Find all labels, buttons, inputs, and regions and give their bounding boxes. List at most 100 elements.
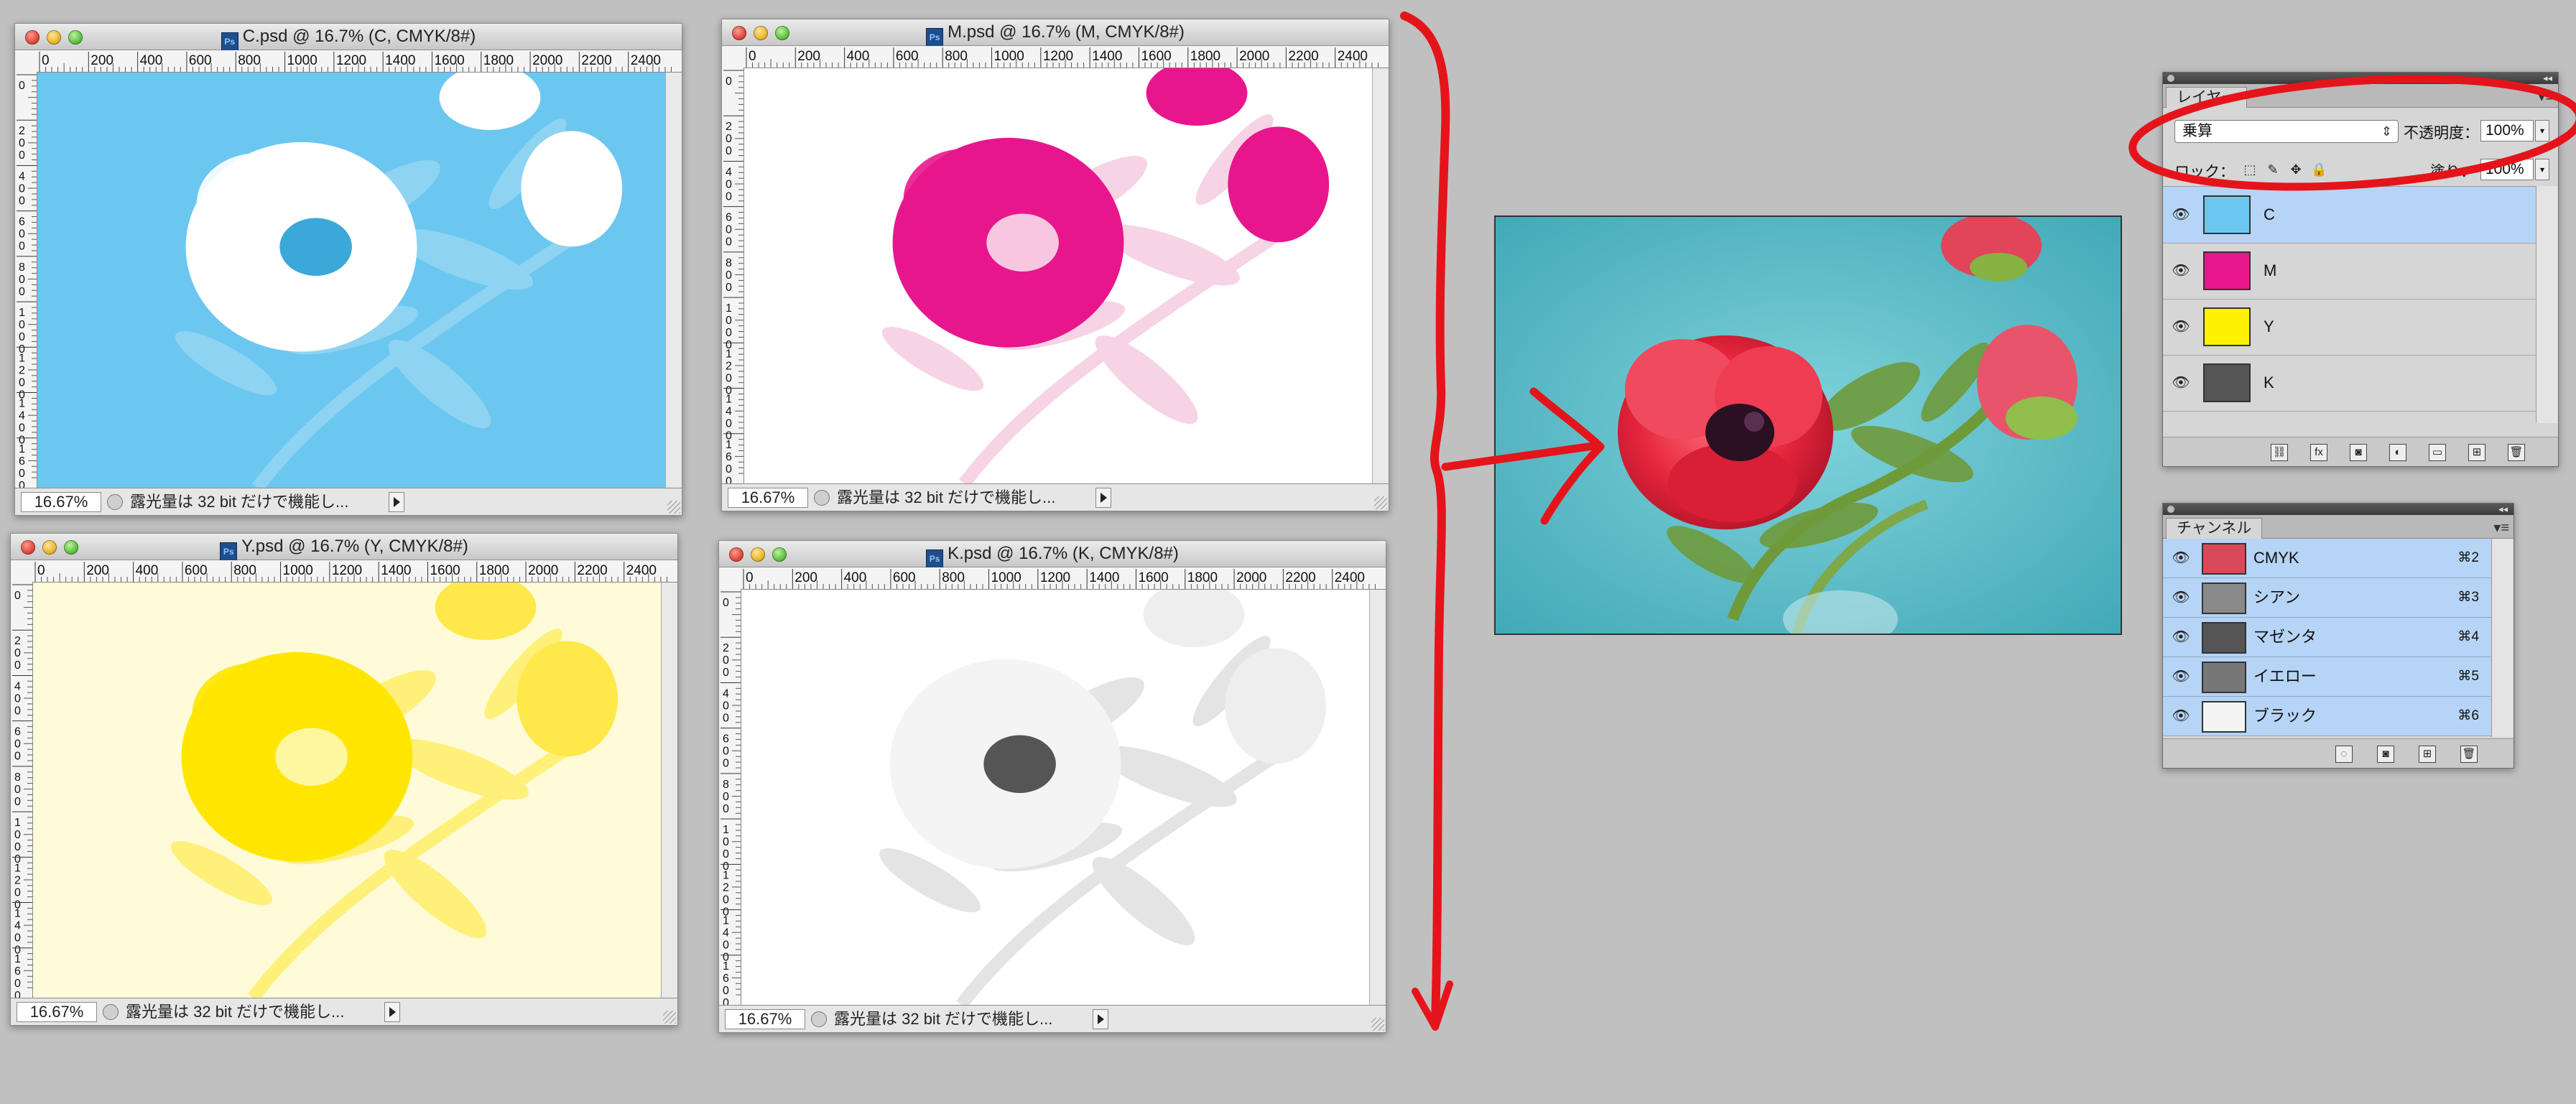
document-window-cyan[interactable]: Ps C.psd @ 16.7% (C, CMYK/8#) 0 200 400 600 8… — [14, 23, 682, 516]
panel-header[interactable]: ◂◂ — [2163, 73, 2558, 84]
load-selection-icon[interactable]: ◌ — [2335, 746, 2353, 763]
ruler-marks: 02004006008001000120014001600 — [12, 584, 32, 998]
status-info-icon[interactable] — [811, 1011, 827, 1027]
window-titlebar[interactable]: Ps C.psd @ 16.7% (C, CMYK/8#) — [15, 24, 682, 51]
status-menu-arrow[interactable] — [1093, 1009, 1108, 1029]
panel-collapse-icon[interactable]: ◂◂ — [2498, 504, 2508, 515]
channel-row[interactable]: 👁 CMYK ⌘2 — [2163, 539, 2492, 578]
panel-header[interactable]: ◂◂ — [2163, 504, 2514, 515]
document-canvas[interactable] — [33, 583, 662, 998]
horizontal-ruler[interactable]: 0 200 400 600 800 1000 1200 1400 1600 1800 2000 220… — [722, 46, 1389, 68]
panel-collapse-icon[interactable]: ◂◂ — [2543, 73, 2552, 84]
status-info-icon[interactable] — [814, 490, 830, 506]
document-window-magenta[interactable]: Ps M.psd @ 16.7% (M, CMYK/8#) 0 200 400 600 8… — [721, 19, 1389, 511]
layer-row-c[interactable]: 👁 C — [2163, 187, 2536, 243]
link-icon[interactable]: ⛓ — [2271, 444, 2288, 461]
zoom-field[interactable]: 16.67% — [728, 488, 808, 508]
horizontal-ruler[interactable]: 0 200 400 600 800 1000 1200 1400 1600 1800 2000 220… — [15, 50, 682, 73]
visibility-eye-icon[interactable]: 👁 — [2169, 585, 2193, 610]
vertical-ruler[interactable]: 02004006008001000120014001600 — [722, 68, 744, 483]
vertical-ruler[interactable]: 02004006008001000120014001600 — [719, 589, 741, 1005]
ruler-tick-label: 0 — [723, 985, 729, 997]
visibility-eye-icon[interactable]: 👁 — [2169, 203, 2193, 227]
document-window-black[interactable]: Ps K.psd @ 16.7% (K, CMYK/8#) 0 200 400 600 8… — [718, 540, 1386, 1033]
channel-shortcut: ⌘4 — [2457, 629, 2479, 644]
ruler-tick-label: 2200 — [1285, 570, 1315, 585]
visibility-eye-icon[interactable]: 👁 — [2169, 371, 2193, 395]
visibility-eye-icon[interactable]: 👁 — [2169, 315, 2193, 339]
panel-close-icon[interactable] — [2167, 506, 2174, 513]
vertical-scrollbar[interactable] — [1372, 68, 1389, 483]
zoom-field[interactable]: 16.67% — [725, 1009, 805, 1029]
visibility-eye-icon[interactable]: 👁 — [2169, 259, 2193, 283]
layer-name: Y — [2264, 317, 2274, 335]
layer-row-m[interactable]: 👁 M — [2163, 243, 2536, 300]
channels-scrollbar[interactable] — [2491, 539, 2514, 737]
fill-field[interactable]: 100% — [2480, 159, 2534, 180]
window-titlebar[interactable]: Ps K.psd @ 16.7% (K, CMYK/8#) — [719, 541, 1386, 568]
channel-row[interactable]: 👁 シアン ⌘3 — [2163, 578, 2492, 618]
tab-channels[interactable]: チャンネル — [2166, 518, 2263, 539]
document-canvas[interactable] — [744, 68, 1373, 483]
panel-menu-icon[interactable]: ▾≡ — [2538, 88, 2554, 106]
opacity-field[interactable]: 100% — [2480, 120, 2534, 142]
resize-grip[interactable] — [1374, 496, 1387, 509]
save-selection-icon[interactable]: ◙ — [2377, 746, 2394, 763]
status-menu-arrow[interactable] — [389, 492, 404, 512]
document-window-yellow[interactable]: Ps Y.psd @ 16.7% (Y, CMYK/8#) 0 200 400 600 8… — [10, 533, 678, 1026]
channels-panel[interactable]: ◂◂ チャンネル ▾≡ 👁 CMYK ⌘2 👁 シアン ⌘3 👁 マゼンタ ⌘4 👁 イエロー ⌘5 👁… — [2162, 503, 2514, 769]
lock-image-icon[interactable]: ✎ — [2265, 162, 2281, 177]
resize-grip[interactable] — [663, 1011, 676, 1024]
horizontal-ruler[interactable]: 0 200 400 600 800 1000 1200 1400 1600 1800 2000 220… — [11, 560, 677, 583]
ruler-tick-label: 0 — [19, 468, 25, 480]
panel-menu-icon[interactable]: ▾≡ — [2493, 519, 2509, 537]
status-menu-arrow[interactable] — [1095, 488, 1111, 508]
horizontal-ruler[interactable]: 0 200 400 600 800 1000 1200 1400 1600 1800 2000 220… — [719, 567, 1386, 590]
visibility-eye-icon[interactable]: 👁 — [2169, 704, 2193, 728]
vertical-scrollbar[interactable] — [665, 73, 682, 488]
visibility-eye-icon[interactable]: 👁 — [2169, 625, 2193, 649]
fx-icon[interactable]: fx — [2310, 444, 2327, 461]
zoom-field[interactable]: 16.67% — [17, 1002, 97, 1022]
adjustment-icon[interactable]: ◐ — [2389, 444, 2406, 461]
new-channel-icon[interactable]: ⊞ — [2419, 746, 2436, 763]
layers-panel[interactable]: ◂◂ レイヤー ▾≡ 乗算 不透明度： 100% ▾ ロック： ⬚ ✎ ✥ 🔒 … — [2162, 72, 2559, 467]
lock-position-icon[interactable]: ✥ — [2288, 162, 2304, 177]
blend-mode-select[interactable]: 乗算 — [2174, 120, 2399, 143]
document-canvas[interactable] — [37, 73, 666, 488]
status-menu-arrow[interactable] — [384, 1002, 400, 1022]
panel-close-icon[interactable] — [2167, 75, 2174, 82]
layer-row-y[interactable]: 👁 Y — [2163, 299, 2536, 356]
layer-row-k[interactable]: 👁 K — [2163, 355, 2536, 412]
status-info-icon[interactable] — [107, 494, 123, 510]
channel-row[interactable]: 👁 ブラック ⌘6 — [2163, 697, 2492, 736]
vertical-scrollbar[interactable] — [661, 583, 677, 998]
vertical-ruler[interactable]: 02004006008001000120014001600 — [11, 582, 33, 998]
document-canvas[interactable] — [741, 590, 1370, 1005]
visibility-eye-icon[interactable]: 👁 — [2169, 546, 2193, 570]
channel-row[interactable]: 👁 マゼンタ ⌘4 — [2163, 618, 2492, 657]
fill-slider-toggle[interactable]: ▾ — [2535, 159, 2549, 180]
vertical-ruler[interactable]: 02004006008001000120014001600 — [15, 72, 37, 488]
channel-row[interactable]: 👁 イエロー ⌘5 — [2163, 657, 2492, 697]
window-titlebar[interactable]: Ps M.psd @ 16.7% (M, CMYK/8#) — [722, 19, 1389, 47]
mask-icon[interactable]: ◙ — [2350, 444, 2367, 461]
trash-icon[interactable]: 🗑 — [2460, 746, 2478, 763]
new-layer-icon[interactable]: ⊞ — [2468, 444, 2485, 461]
opacity-slider-toggle[interactable]: ▾ — [2535, 120, 2549, 142]
visibility-eye-icon[interactable]: 👁 — [2169, 664, 2193, 689]
tab-layers[interactable]: レイヤー — [2166, 87, 2248, 108]
window-titlebar[interactable]: Ps Y.psd @ 16.7% (Y, CMYK/8#) — [11, 534, 677, 561]
lock-transparency-icon[interactable]: ⬚ — [2242, 162, 2258, 177]
trash-icon[interactable]: 🗑 — [2508, 444, 2525, 461]
ruler-tick-label: 4 — [723, 687, 729, 700]
layers-scrollbar[interactable] — [2536, 186, 2558, 423]
group-icon[interactable]: ▭ — [2429, 444, 2446, 461]
resize-grip[interactable] — [1371, 1018, 1384, 1031]
lock-all-icon[interactable]: 🔒 — [2311, 162, 2327, 177]
zoom-field[interactable]: 16.67% — [21, 492, 101, 512]
status-info-icon[interactable] — [103, 1004, 119, 1020]
ruler-tick-label: 1200 — [1040, 570, 1070, 585]
resize-grip[interactable] — [667, 501, 680, 514]
vertical-scrollbar[interactable] — [1369, 590, 1386, 1005]
